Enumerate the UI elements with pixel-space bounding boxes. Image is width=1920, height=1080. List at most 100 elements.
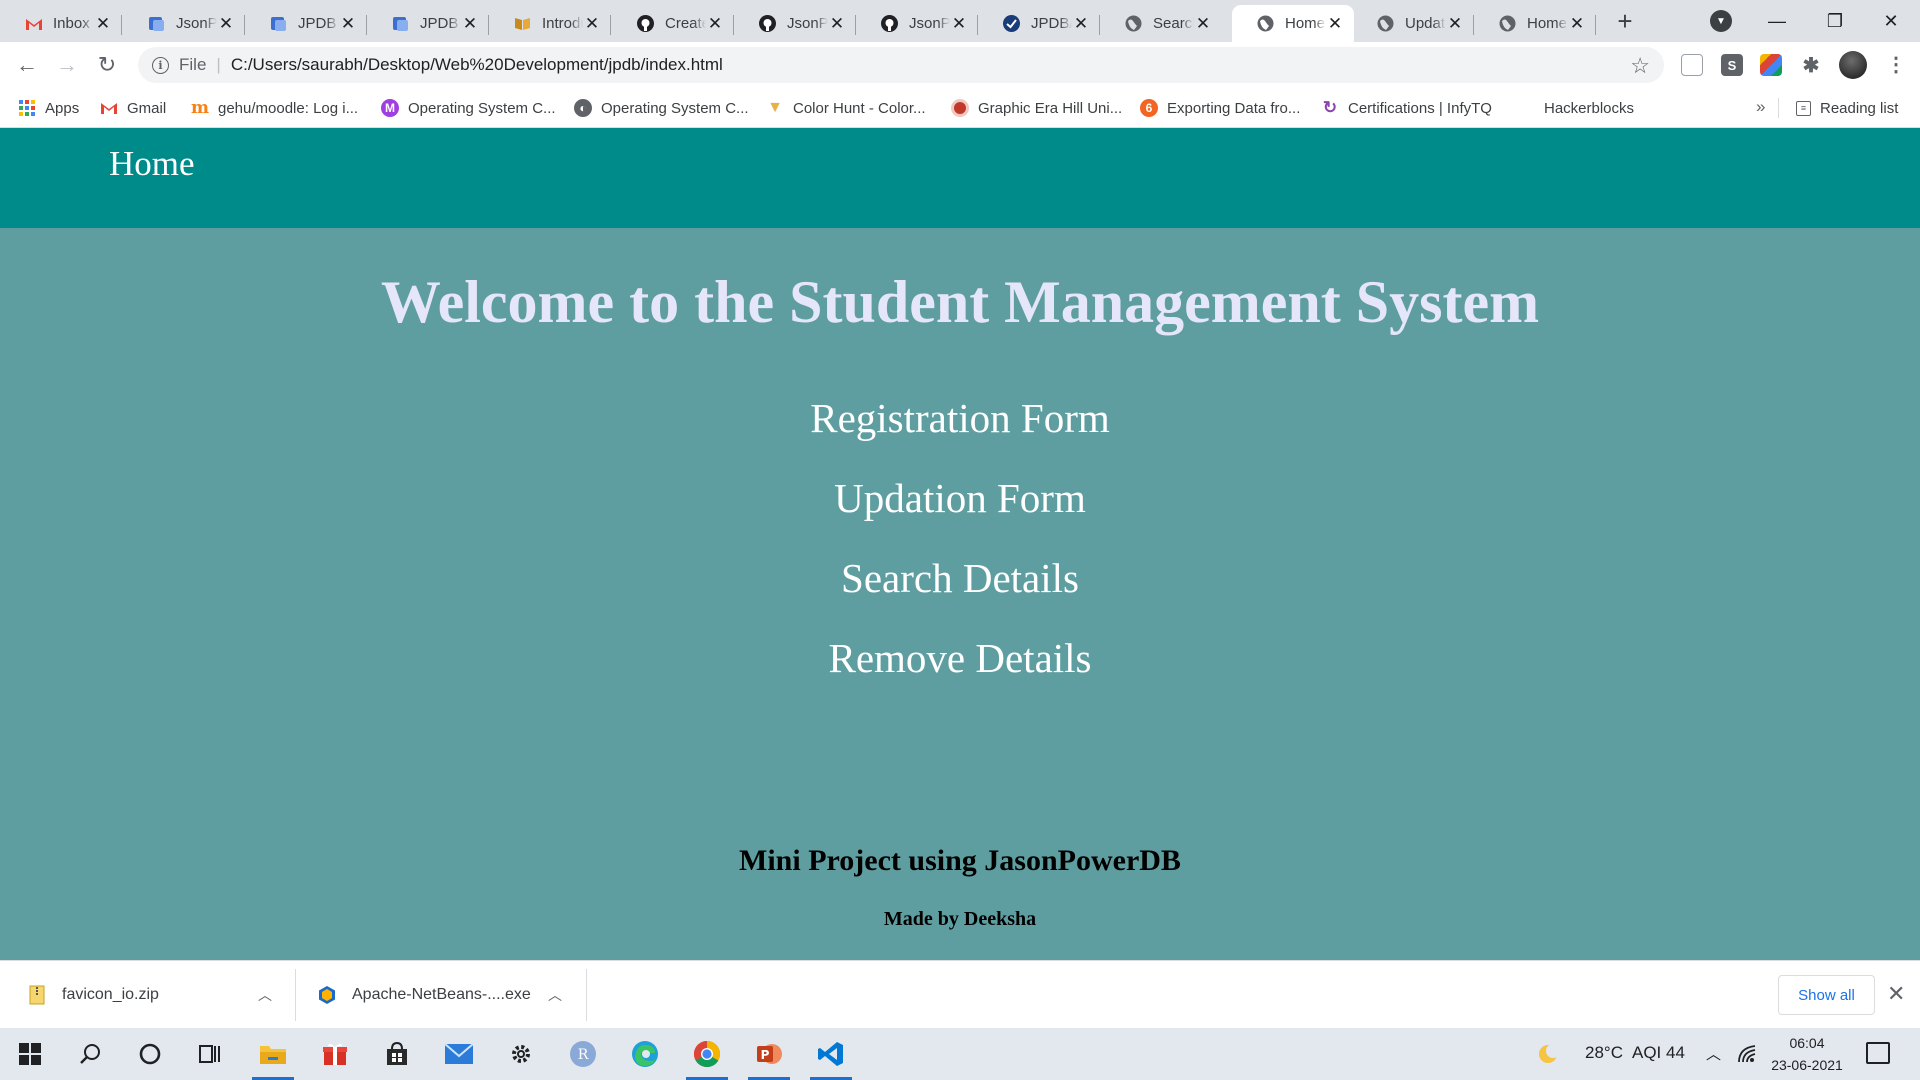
color-palette-extension-icon[interactable] [1760, 54, 1782, 76]
new-tab-button[interactable]: + [1610, 6, 1640, 36]
powerpoint-icon[interactable]: P [744, 1028, 794, 1080]
globe-icon [1124, 14, 1143, 33]
tab-label: JsonPowerDB [176, 15, 217, 32]
bookmark-star-icon[interactable]: ☆ [1630, 53, 1650, 79]
bookmark-operating-system-2[interactable]: ◐ Operating System C... [574, 96, 749, 120]
tab-github-jsonpowerdb-2[interactable]: JsonPowerDB ✕ [856, 5, 978, 42]
tab-jsonpowerdb[interactable]: JsonPowerDB ✕ [123, 5, 245, 42]
close-icon[interactable]: ✕ [1568, 14, 1586, 33]
minimize-button[interactable]: — [1748, 0, 1806, 42]
tab-home[interactable]: Home ✕ [1474, 5, 1596, 42]
restore-button[interactable]: ❐ [1806, 0, 1864, 42]
profile-avatar[interactable] [1839, 51, 1867, 79]
show-all-button[interactable]: Show all [1778, 975, 1875, 1015]
tab-create[interactable]: Create ✕ [612, 5, 734, 42]
close-icon[interactable]: ✕ [1194, 14, 1212, 33]
bookmark-apps[interactable]: Apps [18, 96, 79, 120]
download-item-favicon-zip[interactable]: favicon_io.zip ︿ [26, 961, 276, 1029]
search-details-link[interactable]: Search Details [0, 554, 1920, 602]
r-app-icon[interactable]: R [558, 1028, 608, 1080]
s-extension-icon[interactable]: S [1721, 54, 1743, 76]
close-icon[interactable]: ✕ [950, 14, 968, 33]
weather-moon-icon[interactable] [1532, 1028, 1566, 1080]
check-circle-icon [1002, 14, 1021, 33]
bookmark-label: Exporting Data fro... [1167, 99, 1301, 117]
registration-form-link[interactable]: Registration Form [0, 394, 1920, 442]
close-icon[interactable]: ✕ [1446, 14, 1464, 33]
site-info-icon[interactable]: i [152, 56, 169, 74]
vscode-icon[interactable] [806, 1028, 856, 1080]
shelf-divider [295, 969, 296, 1021]
forward-arrow-icon[interactable]: → [52, 50, 82, 80]
windows-start-icon[interactable] [5, 1028, 55, 1080]
menu-kebab-icon[interactable]: ⋮ [1886, 52, 1906, 77]
chrome-icon[interactable] [682, 1028, 732, 1080]
close-icon[interactable]: ✕ [94, 14, 112, 33]
weather-aqi[interactable]: AQI 44 [1632, 1043, 1685, 1063]
tab-introduction[interactable]: Introduction ✕ [489, 5, 611, 42]
search-icon[interactable] [65, 1028, 115, 1080]
extension-icon[interactable] [1681, 54, 1703, 76]
close-icon[interactable]: ✕ [339, 14, 357, 33]
file-explorer-icon[interactable] [248, 1028, 298, 1080]
remove-details-link[interactable]: Remove Details [0, 634, 1920, 682]
tab-home-active[interactable]: Home ✕ [1232, 5, 1354, 42]
reading-list-icon: ≡ [1796, 100, 1811, 116]
page-title: Welcome to the Student Management System [380, 269, 1540, 335]
wifi-icon[interactable] [1733, 1028, 1763, 1080]
home-link[interactable]: Home [109, 144, 195, 184]
updation-form-link[interactable]: Updation Form [0, 474, 1920, 522]
settings-icon[interactable] [496, 1028, 546, 1080]
chevron-up-icon[interactable]: ︿ [258, 985, 272, 1005]
tab-github-jsonpowerdb-1[interactable]: JsonPowerDB ✕ [734, 5, 856, 42]
reading-list-button[interactable]: ≡ Reading list [1796, 96, 1898, 120]
tab-search-chevron-icon[interactable]: ▼ [1710, 10, 1732, 32]
github-icon [758, 14, 777, 33]
tab-label: Introduction [542, 15, 583, 32]
window-close-button[interactable]: ✕ [1862, 0, 1920, 42]
task-view-icon[interactable] [185, 1028, 235, 1080]
close-icon[interactable]: ✕ [828, 14, 846, 33]
bookmark-graphic-era[interactable]: Graphic Era Hill Uni... [951, 96, 1122, 120]
weather-temperature[interactable]: 28°C [1585, 1043, 1623, 1063]
bookmark-color-hunt[interactable]: ▼ Color Hunt - Color... [766, 96, 925, 120]
close-icon[interactable]: ✕ [706, 14, 724, 33]
mail-icon[interactable] [434, 1028, 484, 1080]
close-icon[interactable]: ✕ [217, 14, 235, 33]
close-icon[interactable]: ✕ [1072, 14, 1090, 33]
close-icon[interactable]: ✕ [461, 14, 479, 33]
address-bar[interactable]: i File | C:/Users/saurabh/Desktop/Web%20… [138, 47, 1664, 83]
tab-jpdb-check[interactable]: JPDB/ ✕ [978, 5, 1100, 42]
download-item-netbeans[interactable]: Apache-NetBeans-....exe ︿ [316, 961, 566, 1029]
cortana-icon[interactable] [125, 1028, 175, 1080]
bookmark-moodle[interactable]: m gehu/moodle: Log i... [191, 96, 358, 120]
tab-update[interactable]: Update ✕ [1352, 5, 1474, 42]
tab-search[interactable]: Search ✕ [1100, 5, 1222, 42]
bookmark-infytq[interactable]: ↻ Certifications | InfyTQ [1321, 96, 1492, 120]
tab-jpdb-1[interactable]: JPDB - ✕ [245, 5, 367, 42]
address-url[interactable]: C:/Users/saurabh/Desktop/Web%20Developme… [231, 55, 723, 75]
gift-icon[interactable] [310, 1028, 360, 1080]
bookmarks-overflow-button[interactable]: » [1756, 97, 1765, 117]
bookmark-exporting-data[interactable]: 6 Exporting Data fro... [1140, 96, 1300, 120]
bookmark-operating-system-1[interactable]: M Operating System C... [381, 96, 556, 120]
infytq-icon: ↻ [1322, 98, 1338, 117]
edge-icon[interactable] [620, 1028, 670, 1080]
chevron-up-icon[interactable]: ︿ [1706, 1043, 1721, 1064]
store-icon[interactable] [372, 1028, 422, 1080]
close-icon[interactable]: ✕ [1887, 981, 1905, 1007]
reload-icon[interactable]: ↻ [92, 50, 122, 80]
tab-inbox[interactable]: Inbox ✕ [0, 5, 122, 42]
puzzle-extensions-icon[interactable]: ✱ [1800, 54, 1822, 77]
globe-icon [1376, 14, 1395, 33]
notification-center-icon[interactable] [1866, 1042, 1890, 1064]
close-icon[interactable]: ✕ [583, 14, 601, 33]
bookmark-hackerblocks[interactable]: Hackerblocks [1544, 96, 1634, 120]
close-icon[interactable]: ✕ [1326, 14, 1344, 33]
svg-text:P: P [761, 1048, 770, 1062]
back-arrow-icon[interactable]: ← [12, 50, 42, 80]
bookmark-gmail[interactable]: Gmail [100, 96, 166, 120]
system-clock[interactable]: 06:04 23-06-2021 [1762, 1032, 1852, 1076]
tab-jpdb-2[interactable]: JPDB - ✕ [367, 5, 489, 42]
chevron-up-icon[interactable]: ︿ [548, 985, 562, 1005]
